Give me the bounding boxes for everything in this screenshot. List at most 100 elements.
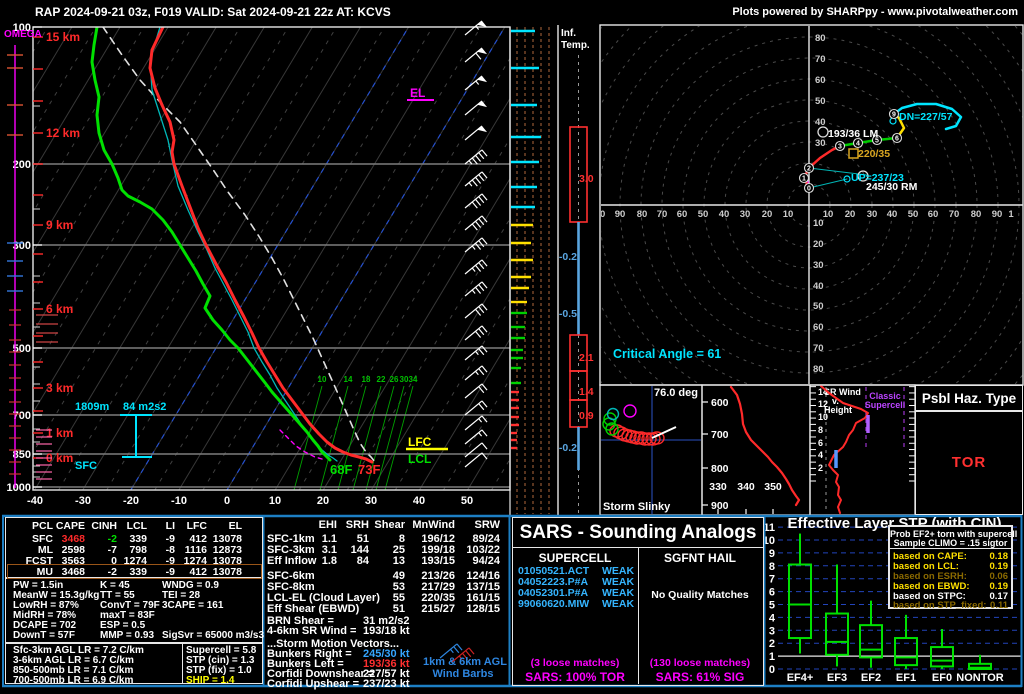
isotherm-dashed xyxy=(299,27,577,490)
stp-category-label: EF3 xyxy=(827,672,847,684)
hodo-height-dot-label: 4 xyxy=(856,141,860,148)
effective-inflow-marker xyxy=(120,415,152,457)
stp-legend-label: based on STP_fixed: xyxy=(893,600,986,611)
sars-hail-prob: SARS: 61% SIG xyxy=(637,670,763,684)
hodo-height-dot-label: 9 xyxy=(892,112,896,119)
surface-temp-label: 73F xyxy=(358,462,380,477)
storm-motion-line xyxy=(809,179,847,188)
isotherm xyxy=(0,27,72,490)
parcel-header: EL xyxy=(198,520,242,532)
stp-y-label: 0 xyxy=(769,664,775,676)
isotherm-dashed xyxy=(107,27,385,490)
hodo-height-dot-label: 0 xyxy=(807,186,811,193)
index-value: 3CAPE = 161 xyxy=(162,600,223,611)
hazard-value: TOR xyxy=(952,454,986,471)
hodo-ring-label: 70 xyxy=(815,54,826,65)
stp-box xyxy=(789,565,811,639)
inflow-top-label: 1809m xyxy=(75,401,109,413)
wind-barb-column xyxy=(465,21,487,467)
wind-barb xyxy=(465,48,487,62)
hazard-body: TOR xyxy=(915,410,1023,515)
hodo-annotation: 245/30 RM xyxy=(866,181,918,193)
index-value: SigSvr = 65000 m3/s3 xyxy=(162,630,264,641)
hodo-annotation: 193/36 LM xyxy=(828,128,878,140)
lapse-rate-value: 700-500mb LR = 6.9 C/km xyxy=(13,675,133,686)
stp-y-label: 5 xyxy=(769,600,775,612)
pressure-label: 1000 xyxy=(7,482,31,494)
temp-axis-label: 10 xyxy=(269,495,281,507)
sars-supercell-header: SUPERCELL xyxy=(515,551,635,565)
height-km-label: 9 km xyxy=(46,218,73,232)
hodo-ring-label: 30 xyxy=(815,138,826,149)
temp-axis-label: 40 xyxy=(413,495,425,507)
stp-legend: Prob EF2+ torn with supercell Sample CLI… xyxy=(888,525,1013,609)
isotherm xyxy=(468,27,746,490)
kin-row-label: Eff Shear (EBWD) xyxy=(267,603,359,615)
mean-wind-marker xyxy=(849,149,858,158)
hodo-ring-label: 90 xyxy=(615,209,626,220)
isotherm-dashed xyxy=(251,27,529,490)
hodo-ring-label: 50 xyxy=(698,209,709,220)
hodo-height-dot-label: 3 xyxy=(838,144,842,151)
hodo-ring-label: 80 xyxy=(971,209,982,220)
hodo-ring-label: 20 xyxy=(813,239,824,250)
surface-dewpoint-label: 68F xyxy=(330,462,352,477)
sars-hail-body: No Quality Matches xyxy=(640,589,760,601)
possible-hazard-panel: Psbl Haz. Type TOR xyxy=(915,385,1023,515)
sars-hail-header: SGFNT HAIL xyxy=(640,551,760,565)
kin-header: SRW xyxy=(448,519,500,531)
skewt-inner xyxy=(0,27,769,490)
stp-y-label: 1 xyxy=(769,651,775,663)
thetae-x-label: 350 xyxy=(764,481,782,493)
hodo-ring-label: 10 xyxy=(823,209,834,220)
lfc-label: LFC xyxy=(408,435,432,449)
hodo-ring-label: 80 xyxy=(813,364,824,375)
wind-speed-strip xyxy=(510,25,558,515)
stp-y-label: 7 xyxy=(769,574,775,586)
sr-wind-y-label: 6 xyxy=(818,438,823,448)
stp-y-label: 8 xyxy=(769,561,775,573)
sr-wind-y-label: 4 xyxy=(818,450,823,460)
cool-advection-value: -0.2 xyxy=(559,251,577,263)
temp-axis-label: 50 xyxy=(461,495,473,507)
height-km-label: 12 km xyxy=(46,126,80,140)
warm-advection-value: 2.1 xyxy=(579,352,594,364)
wind-barb xyxy=(465,430,487,444)
inf-temp-header: Inf. xyxy=(561,28,576,39)
warm-advection-value: 1.4 xyxy=(579,386,594,398)
height-km-label: 15 km xyxy=(46,30,80,44)
barb-note-line2: Wind Barbs xyxy=(423,668,503,680)
storm-motion-value: 237/23 kt xyxy=(363,678,409,690)
index-value: DownT = 57F xyxy=(13,630,75,641)
stp-y-label: 9 xyxy=(769,548,775,560)
storm-motion-marker xyxy=(818,127,828,137)
hodo-ring-label: 1 xyxy=(1008,209,1014,220)
stp-y-label: 6 xyxy=(769,587,775,599)
sr-wind-46-value: 193/18 kt xyxy=(363,625,409,637)
hodo-ring-label: 50 xyxy=(908,209,919,220)
hodo-ring-label: 40 xyxy=(887,209,898,220)
isotherm-dashed xyxy=(11,27,289,490)
hodo-ring-label: 10 xyxy=(783,209,794,220)
kin-header: Shear xyxy=(353,519,405,531)
storm-slinky-panel: 76.0 degStorm Slinky xyxy=(600,385,702,515)
hodo-ring-label: 80 xyxy=(815,33,826,44)
stp-y-label: 3 xyxy=(769,625,775,637)
mixing-ratio-line xyxy=(294,386,322,490)
slinky-title: Storm Slinky xyxy=(603,501,671,513)
height-km-label: 6 km xyxy=(46,302,73,316)
classic-supercell-label: Supercell xyxy=(865,400,906,410)
stp-category-label: EF4+ xyxy=(787,672,814,684)
sars-supercell-loose: (3 loose matches) xyxy=(512,657,638,669)
stp-legend-title2: Sample CLIMO = .15 sigtor xyxy=(890,538,1011,548)
temp-axis-label: -30 xyxy=(75,495,91,507)
hodo-ring-label: 70 xyxy=(949,209,960,220)
index-value: MMP = 0.93 xyxy=(100,630,154,641)
temp-axis-label: -10 xyxy=(171,495,187,507)
thetae-y-label: 700 xyxy=(711,429,729,441)
sharppy-sounding-page: RAP 2024-09-21 03z, F019 VALID: Sat 2024… xyxy=(0,0,1024,694)
thetae-x-label: 330 xyxy=(709,481,727,493)
stp-legend-divider xyxy=(890,548,1011,549)
hodo-ring-label: 30 xyxy=(867,209,878,220)
temp-axis-label: -20 xyxy=(123,495,139,507)
